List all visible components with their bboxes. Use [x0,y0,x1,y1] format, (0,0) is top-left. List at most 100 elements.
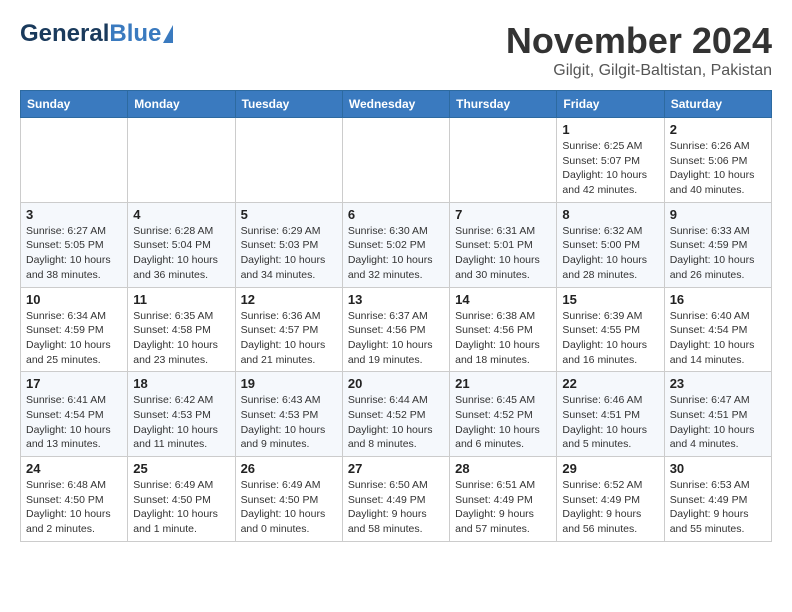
day-cell: 17Sunrise: 6:41 AM Sunset: 4:54 PM Dayli… [21,372,128,457]
week-row-5: 24Sunrise: 6:48 AM Sunset: 4:50 PM Dayli… [21,457,772,542]
day-cell: 2 Sunrise: 6:26 AM Sunset: 5:06 PM Daylig… [664,118,771,203]
day-cell: 15 Sunrise: 6:39 AM Sunset: 4:55 PM Dayli… [557,287,664,372]
day-number: 22 [562,376,658,391]
day-number: 25 [133,461,229,476]
column-header-friday: Friday [557,91,664,118]
day-cell: 14 Sunrise: 6:38 AM Sunset: 4:56 PM Dayli… [450,287,557,372]
day-info: Sunrise: 6:29 AM Sunset: 5:03 PM Dayligh… [241,224,337,283]
day-cell [21,118,128,203]
day-info: Sunrise: 6:42 AM Sunset: 4:53 PM Dayligh… [133,393,229,452]
day-number: 9 [670,207,766,222]
day-number: 5 [241,207,337,222]
day-cell: 24Sunrise: 6:48 AM Sunset: 4:50 PM Dayli… [21,457,128,542]
day-info: Sunrise: 6:27 AM Sunset: 5:05 PM Dayligh… [26,224,122,283]
logo: GeneralBlue [20,20,173,52]
day-number: 27 [348,461,444,476]
day-cell: 26Sunrise: 6:49 AM Sunset: 4:50 PM Dayli… [235,457,342,542]
column-header-wednesday: Wednesday [342,91,449,118]
day-info: Sunrise: 6:38 AM Sunset: 4:56 PM Dayligh… [455,309,551,368]
day-info: Sunrise: 6:40 AM Sunset: 4:54 PM Dayligh… [670,309,766,368]
day-number: 7 [455,207,551,222]
day-number: 17 [26,376,122,391]
day-cell: 30 Sunrise: 6:53 AM Sunset: 4:49 PM Dayli… [664,457,771,542]
header: GeneralBlue November 2024 Gilgit, Gilgit… [20,20,772,80]
day-cell: 22 Sunrise: 6:46 AM Sunset: 4:51 PM Dayli… [557,372,664,457]
day-cell: 3 Sunrise: 6:27 AM Sunset: 5:05 PM Daylig… [21,202,128,287]
day-number: 30 [670,461,766,476]
day-info: Sunrise: 6:48 AM Sunset: 4:50 PM Dayligh… [26,478,122,537]
day-cell: 25 Sunrise: 6:49 AM Sunset: 4:50 PM Dayli… [128,457,235,542]
day-cell: 20 Sunrise: 6:44 AM Sunset: 4:52 PM Dayli… [342,372,449,457]
day-number: 15 [562,292,658,307]
week-row-3: 10 Sunrise: 6:34 AM Sunset: 4:59 PM Dayli… [21,287,772,372]
day-number: 2 [670,122,766,137]
day-cell: 19 Sunrise: 6:43 AM Sunset: 4:53 PM Dayli… [235,372,342,457]
week-row-4: 17Sunrise: 6:41 AM Sunset: 4:54 PM Dayli… [21,372,772,457]
day-info: Sunrise: 6:25 AM Sunset: 5:07 PM Dayligh… [562,139,658,198]
day-info: Sunrise: 6:51 AM Sunset: 4:49 PM Dayligh… [455,478,551,537]
day-cell: 1 Sunrise: 6:25 AM Sunset: 5:07 PM Daylig… [557,118,664,203]
day-number: 16 [670,292,766,307]
day-cell: 21 Sunrise: 6:45 AM Sunset: 4:52 PM Dayli… [450,372,557,457]
day-number: 20 [348,376,444,391]
day-number: 3 [26,207,122,222]
month-title: November 2024 [506,20,772,62]
day-cell: 18 Sunrise: 6:42 AM Sunset: 4:53 PM Dayli… [128,372,235,457]
day-info: Sunrise: 6:33 AM Sunset: 4:59 PM Dayligh… [670,224,766,283]
day-cell: 10 Sunrise: 6:34 AM Sunset: 4:59 PM Dayli… [21,287,128,372]
day-info: Sunrise: 6:43 AM Sunset: 4:53 PM Dayligh… [241,393,337,452]
day-info: Sunrise: 6:39 AM Sunset: 4:55 PM Dayligh… [562,309,658,368]
day-number: 19 [241,376,337,391]
day-number: 14 [455,292,551,307]
day-info: Sunrise: 6:30 AM Sunset: 5:02 PM Dayligh… [348,224,444,283]
day-info: Sunrise: 6:37 AM Sunset: 4:56 PM Dayligh… [348,309,444,368]
day-cell: 7 Sunrise: 6:31 AM Sunset: 5:01 PM Daylig… [450,202,557,287]
day-number: 18 [133,376,229,391]
day-cell [342,118,449,203]
day-info: Sunrise: 6:49 AM Sunset: 4:50 PM Dayligh… [133,478,229,537]
day-cell [128,118,235,203]
day-cell: 13Sunrise: 6:37 AM Sunset: 4:56 PM Dayli… [342,287,449,372]
week-row-2: 3 Sunrise: 6:27 AM Sunset: 5:05 PM Daylig… [21,202,772,287]
day-number: 28 [455,461,551,476]
day-info: Sunrise: 6:26 AM Sunset: 5:06 PM Dayligh… [670,139,766,198]
day-number: 10 [26,292,122,307]
day-cell: 8Sunrise: 6:32 AM Sunset: 5:00 PM Daylig… [557,202,664,287]
day-number: 29 [562,461,658,476]
day-number: 21 [455,376,551,391]
calendar-header-row: SundayMondayTuesdayWednesdayThursdayFrid… [21,91,772,118]
day-info: Sunrise: 6:53 AM Sunset: 4:49 PM Dayligh… [670,478,766,537]
day-number: 6 [348,207,444,222]
day-info: Sunrise: 6:36 AM Sunset: 4:57 PM Dayligh… [241,309,337,368]
day-cell: 28 Sunrise: 6:51 AM Sunset: 4:49 PM Dayli… [450,457,557,542]
day-cell: 27 Sunrise: 6:50 AM Sunset: 4:49 PM Dayli… [342,457,449,542]
day-info: Sunrise: 6:31 AM Sunset: 5:01 PM Dayligh… [455,224,551,283]
day-number: 23 [670,376,766,391]
day-cell: 12 Sunrise: 6:36 AM Sunset: 4:57 PM Dayli… [235,287,342,372]
week-row-1: 1 Sunrise: 6:25 AM Sunset: 5:07 PM Daylig… [21,118,772,203]
day-info: Sunrise: 6:28 AM Sunset: 5:04 PM Dayligh… [133,224,229,283]
day-info: Sunrise: 6:50 AM Sunset: 4:49 PM Dayligh… [348,478,444,537]
column-header-saturday: Saturday [664,91,771,118]
day-info: Sunrise: 6:35 AM Sunset: 4:58 PM Dayligh… [133,309,229,368]
day-number: 26 [241,461,337,476]
column-header-monday: Monday [128,91,235,118]
day-info: Sunrise: 6:52 AM Sunset: 4:49 PM Dayligh… [562,478,658,537]
day-cell: 23 Sunrise: 6:47 AM Sunset: 4:51 PM Dayli… [664,372,771,457]
day-cell [450,118,557,203]
title-section: November 2024 Gilgit, Gilgit-Baltistan, … [506,20,772,80]
day-info: Sunrise: 6:34 AM Sunset: 4:59 PM Dayligh… [26,309,122,368]
day-info: Sunrise: 6:47 AM Sunset: 4:51 PM Dayligh… [670,393,766,452]
day-cell: 6 Sunrise: 6:30 AM Sunset: 5:02 PM Daylig… [342,202,449,287]
day-info: Sunrise: 6:44 AM Sunset: 4:52 PM Dayligh… [348,393,444,452]
day-number: 11 [133,292,229,307]
logo-icon [163,25,173,43]
day-number: 12 [241,292,337,307]
day-info: Sunrise: 6:46 AM Sunset: 4:51 PM Dayligh… [562,393,658,452]
day-number: 4 [133,207,229,222]
day-info: Sunrise: 6:45 AM Sunset: 4:52 PM Dayligh… [455,393,551,452]
column-header-thursday: Thursday [450,91,557,118]
location-title: Gilgit, Gilgit-Baltistan, Pakistan [506,62,772,80]
column-header-sunday: Sunday [21,91,128,118]
day-number: 1 [562,122,658,137]
